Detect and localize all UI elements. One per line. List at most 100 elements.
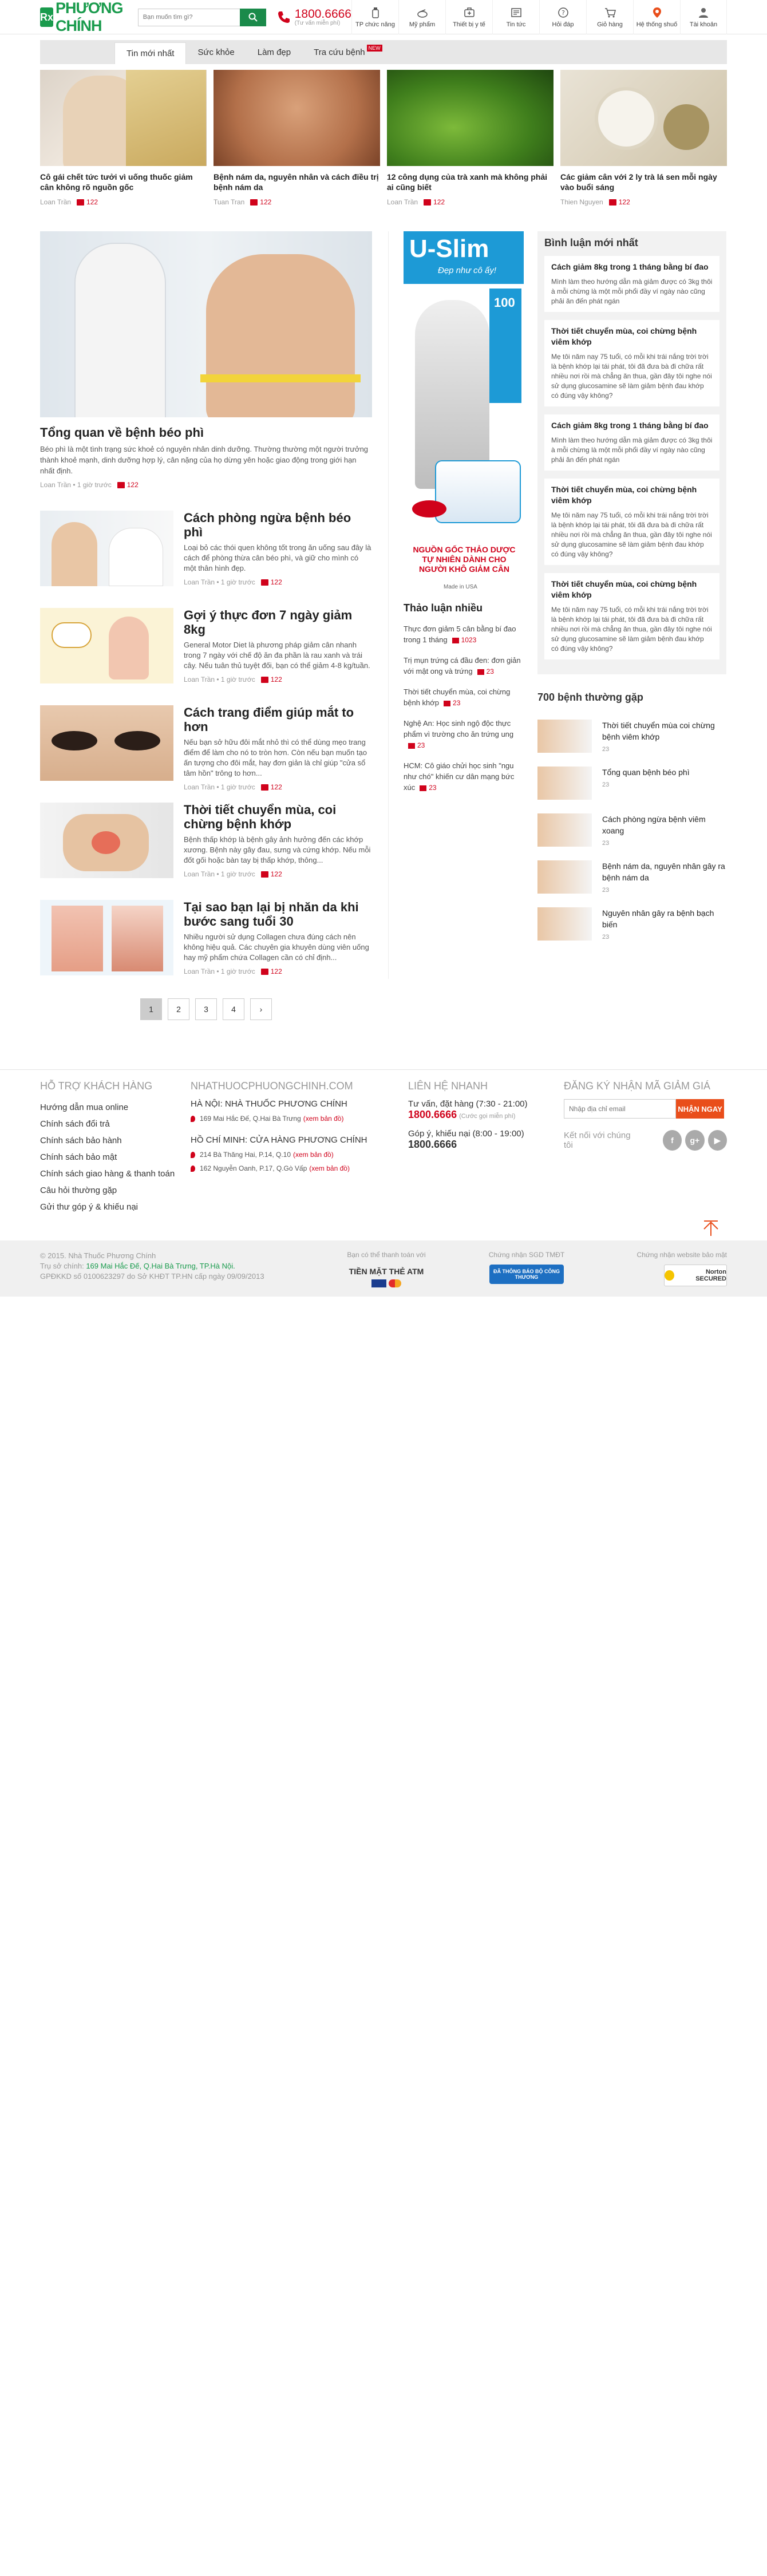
nav-cosmetics[interactable]: Mỹ phẩm (398, 0, 445, 34)
page-4[interactable]: 4 (223, 998, 244, 1020)
disease-item[interactable]: Tổng quan bệnh béo phì 23 (537, 767, 726, 801)
disease-title[interactable]: Nguyên nhân gây ra bệnh bạch biến (602, 907, 726, 930)
email-field[interactable] (564, 1099, 676, 1119)
comment-item[interactable]: Thời tiết chuyển mùa, coi chừng bệnh viê… (544, 479, 719, 565)
comment-item[interactable]: Cách giảm 8kg trong 1 tháng bằng bí đao M… (544, 414, 719, 471)
featured-card[interactable]: Các giảm cân với 2 ly trà lá sen mỗi ngà… (560, 70, 727, 206)
lotus-tea-photo[interactable] (560, 70, 727, 166)
article-item[interactable]: Cách phòng ngừa bệnh béo phì Loại bỏ các… (40, 511, 372, 586)
comment-item[interactable]: Thời tiết chuyển mùa, coi chừng bệnh viê… (544, 320, 719, 406)
disease-thumb[interactable] (537, 907, 592, 941)
comment-item[interactable]: Thời tiết chuyển mùa, coi chừng bệnh viê… (544, 573, 719, 659)
nav-supplements[interactable]: TP chức năng (351, 0, 398, 34)
hotline[interactable]: 1800.6666 (Tư vấn miễn phí) (276, 8, 351, 26)
woman-photo[interactable] (40, 70, 207, 166)
footer-link[interactable]: Câu hỏi thường gặp (40, 1182, 191, 1199)
comment-item[interactable]: Cách giảm 8kg trong 1 tháng bằng bí đao M… (544, 256, 719, 312)
disease-thumb[interactable] (537, 767, 592, 800)
site-logo[interactable]: Rx PHƯƠNG CHÍNH (40, 0, 132, 34)
disease-thumb[interactable] (537, 860, 592, 894)
google-plus-icon[interactable]: g+ (685, 1130, 705, 1151)
featured-title[interactable]: 12 công dụng của trà xanh mà không phải … (387, 172, 553, 193)
tab-health[interactable]: Sức khỏe (186, 40, 246, 64)
tab-latest[interactable]: Tin mới nhất (114, 42, 187, 64)
disease-item[interactable]: Thời tiết chuyển mùa coi chừng bệnh viêm… (537, 720, 726, 754)
hot-topic-item[interactable]: Thời tiết chuyển mùa, coi chừng bệnh khớ… (404, 686, 524, 709)
complain-number[interactable]: 1800.6666 (408, 1139, 564, 1151)
article-title[interactable]: Gợi ý thực đơn 7 ngày giảm 8kg (184, 608, 372, 637)
article-item[interactable]: Gợi ý thực đơn 7 ngày giảm 8kg General M… (40, 608, 372, 683)
nav-store-locator[interactable]: Hệ thống shuố (633, 0, 680, 34)
disease-title[interactable]: Thời tiết chuyển mùa coi chừng bệnh viêm… (602, 720, 726, 742)
page-2[interactable]: 2 (168, 998, 189, 1020)
article-title[interactable]: Cách trang điểm giúp mắt to hơn (184, 705, 372, 734)
hot-topic-item[interactable]: Trị mụn trứng cá đầu đen: đơn giản với m… (404, 655, 524, 677)
nav-qa[interactable]: ? Hỏi đáp (539, 0, 586, 34)
article-item[interactable]: Tại sao bạn lại bị nhăn da khi bước sang… (40, 900, 372, 975)
nav-cart[interactable]: Giỏ hàng (586, 0, 633, 34)
article-title[interactable]: Cách phòng ngừa bệnh béo phì (184, 511, 372, 539)
recent-comments: Bình luận mới nhất Cách giảm 8kg trong 1… (537, 231, 726, 674)
gov-badge[interactable]: ĐÃ THÔNG BÁO BỘ CÔNG THƯƠNG (489, 1265, 564, 1284)
search-button[interactable] (239, 8, 266, 26)
skin-photo[interactable] (214, 70, 380, 166)
obesity-photo[interactable] (40, 231, 372, 417)
footer-link[interactable]: Hướng dẫn mua online (40, 1099, 191, 1116)
disease-thumb[interactable] (537, 813, 592, 847)
disease-title[interactable]: Bệnh nám da, nguyên nhân gây ra bệnh nám… (602, 860, 726, 883)
page-1[interactable]: 1 (140, 998, 162, 1020)
featured-title[interactable]: Bệnh nám da, nguyên nhân và cách điều tr… (214, 172, 380, 193)
footer-link[interactable]: Chính sách đổi trả (40, 1116, 191, 1132)
youtube-icon[interactable]: ▶ (707, 1130, 727, 1151)
footer-link[interactable]: Chính sách bảo hành (40, 1132, 191, 1149)
diet-illustration[interactable] (40, 608, 173, 683)
nav-devices[interactable]: Thiết bị y tế (445, 0, 492, 34)
article-item[interactable]: Cách trang điểm giúp mắt to hơn Nếu bạn … (40, 705, 372, 791)
disease-item[interactable]: Nguyên nhân gây ra bệnh bạch biến 23 (537, 907, 726, 942)
uslim-banner[interactable]: U-Slim Đẹp như cô ấy! 100 NGUỒN GỐC THẢO… (404, 231, 524, 595)
skin-aging-illustration[interactable] (40, 900, 173, 975)
featured-card[interactable]: 12 công dụng của trà xanh mà không phải … (387, 70, 553, 206)
disease-title[interactable]: Cách phòng ngừa bệnh viêm xoang (602, 813, 726, 836)
nav-news[interactable]: Tin tức (492, 0, 539, 34)
page-3[interactable]: 3 (195, 998, 217, 1020)
main-feature-title[interactable]: Tổng quan về bệnh béo phì (40, 425, 372, 440)
disease-title[interactable]: Tổng quan bệnh béo phì (602, 767, 690, 778)
featured-title[interactable]: Các giảm cân với 2 ly trà lá sen mỗi ngà… (560, 172, 727, 193)
consult-number[interactable]: 1800.6666 (Cước gọi miễn phí) (408, 1109, 564, 1121)
footer-link[interactable]: Chính sách bảo mật (40, 1149, 191, 1165)
map-link[interactable]: (xem bản đồ) (293, 1151, 334, 1159)
joint-pain-photo[interactable] (40, 803, 173, 878)
search-input[interactable] (137, 8, 240, 26)
tab-beauty[interactable]: Làm đẹp (246, 40, 302, 64)
hot-topic-item[interactable]: Thực đơn giảm 5 cân bằng bí đao trong 1 … (404, 623, 524, 646)
disease-item[interactable]: Cách phòng ngừa bệnh viêm xoang 23 (537, 813, 726, 848)
article-title[interactable]: Thời tiết chuyển mùa, coi chừng bệnh khớ… (184, 803, 372, 831)
nav-account[interactable]: Tài khoản (680, 0, 727, 34)
footer-link[interactable]: Chính sách giao hàng & thanh toán (40, 1165, 191, 1182)
footer-link[interactable]: Gửi thư góp ý & khiếu nại (40, 1199, 191, 1215)
facebook-icon[interactable]: f (662, 1130, 682, 1151)
comment-topic: Thời tiết chuyển mùa, coi chừng bệnh viê… (551, 579, 697, 599)
article-title[interactable]: Tại sao bạn lại bị nhăn da khi bước sang… (184, 900, 372, 929)
featured-title[interactable]: Cô gái chết tức tưởi vì uống thuốc giảm … (40, 172, 207, 193)
eye-makeup-photo[interactable] (40, 705, 173, 781)
disease-thumb[interactable] (537, 720, 592, 753)
featured-card[interactable]: Bệnh nám da, nguyên nhân và cách điều tr… (214, 70, 380, 206)
hot-topic-item[interactable]: Nghệ An: Học sinh ngộ độc thực phẩm vì t… (404, 718, 524, 751)
hot-topic-item[interactable]: HCM: Cô giáo chửi học sinh "ngu như chó"… (404, 760, 524, 793)
hq-address[interactable]: 169 Mai Hắc Đế, Q.Hai Bà Trưng, TP.Hà Nộ… (86, 1262, 235, 1270)
map-link[interactable]: (xem bản đồ) (303, 1115, 344, 1123)
doctor-child-photo[interactable] (40, 511, 173, 586)
green-tea-photo[interactable] (387, 70, 553, 166)
subscribe-button[interactable]: NHẬN NGAY (676, 1099, 724, 1119)
article-item[interactable]: Thời tiết chuyển mùa, coi chừng bệnh khớ… (40, 803, 372, 878)
next-page-button[interactable]: › (250, 998, 272, 1020)
featured-card[interactable]: Cô gái chết tức tưởi vì uống thuốc giảm … (40, 70, 207, 206)
norton-badge[interactable]: Norton SECURED (664, 1265, 727, 1286)
disease-item[interactable]: Bệnh nám da, nguyên nhân gây ra bệnh nám… (537, 860, 726, 895)
back-to-top-icon[interactable] (701, 1218, 721, 1238)
free-note: (Cước gọi miễn phí) (459, 1113, 516, 1120)
map-link[interactable]: (xem bản đồ) (309, 1164, 350, 1172)
tab-disease-lookup[interactable]: Tra cứu bệnh NEW (302, 40, 394, 64)
